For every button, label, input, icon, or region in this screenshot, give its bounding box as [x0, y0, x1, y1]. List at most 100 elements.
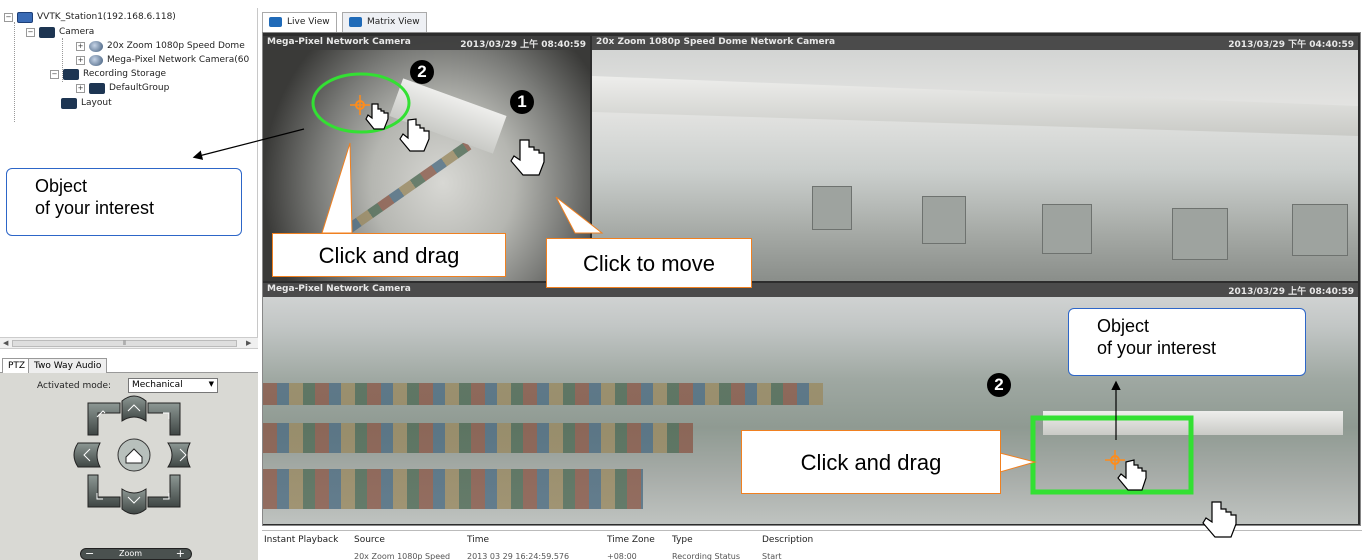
viewport-camera-name: 20x Zoom 1080p Speed Dome Network Camera — [596, 37, 836, 47]
callout-click-and-drag: Click and drag — [272, 233, 506, 277]
ptz-right-button[interactable] — [167, 442, 191, 468]
step-badge-2: 2 — [987, 373, 1011, 397]
tree-item-recording-storage[interactable]: − Recording Storage — [50, 67, 166, 81]
tree-horizontal-scrollbar[interactable]: ◀ ⦀ ▶ — [0, 337, 258, 349]
viewport-title-bar: Mega-Pixel Network Camera 2013/03/29 上午 … — [263, 283, 1358, 297]
column-header-description[interactable]: Description — [762, 535, 813, 548]
event-description[interactable]: Start — [762, 552, 782, 560]
viewport-timestamp: 2013/03/29 上午 08:40:59 — [460, 40, 586, 50]
tree-item-default-group-label: DefaultGroup — [109, 83, 170, 93]
tab-matrix-view-label: Matrix View — [367, 17, 420, 27]
ptz-up-left-button[interactable] — [87, 402, 121, 436]
scroll-right-icon[interactable]: ▶ — [246, 339, 251, 347]
viewport-camera-name: Mega-Pixel Network Camera — [267, 37, 411, 47]
ptz-panel: Activated mode: Mechanical ▼ − Zoom + — [0, 373, 258, 560]
event-type[interactable]: Recording Status — [672, 552, 740, 560]
event-source[interactable]: 20x Zoom 1080p Speed — [354, 552, 450, 560]
column-header-source[interactable]: Source — [354, 535, 385, 548]
callout-line: Object — [35, 176, 88, 196]
event-time-zone[interactable]: +08:00 — [607, 552, 637, 560]
ptz-up-right-button[interactable] — [147, 402, 181, 436]
expand-icon[interactable]: + — [76, 83, 85, 93]
monitor-icon — [349, 17, 362, 27]
ptz-down-button[interactable] — [121, 488, 147, 515]
folder-icon — [63, 68, 79, 80]
scene-containers — [263, 383, 823, 405]
step-badge-1: 1 — [510, 90, 534, 114]
folder-icon — [89, 82, 105, 94]
callout-click-to-move: Click to move — [546, 238, 752, 288]
viewport-title-bar: 20x Zoom 1080p Speed Dome Network Camera… — [592, 36, 1358, 50]
scene-booth — [922, 196, 966, 244]
tree-item-recording-storage-label: Recording Storage — [83, 69, 167, 79]
step-badge-2: 2 — [410, 60, 434, 84]
tab-ptz[interactable]: PTZ — [2, 358, 32, 373]
expand-icon[interactable]: + — [76, 41, 85, 51]
ptz-up-button[interactable] — [121, 395, 147, 422]
tree-item-station[interactable]: − VVTK_Station1(192.168.6.118) — [4, 10, 176, 24]
app-window: − VVTK_Station1(192.168.6.118) − Camera … — [0, 0, 1367, 560]
computer-icon — [17, 11, 33, 23]
scrollbar-thumb[interactable]: ⦀ — [12, 340, 237, 347]
ptz-down-right-button[interactable] — [147, 474, 181, 508]
ptz-direction-pad[interactable] — [0, 373, 258, 560]
event-list: Instant Playback Source Time Time Zone T… — [262, 530, 1362, 560]
ptz-home-button[interactable] — [117, 438, 151, 472]
callout-line: of your interest — [35, 198, 155, 218]
column-header-instant-playback[interactable]: Instant Playback — [264, 535, 338, 548]
scroll-left-icon[interactable]: ◀ — [3, 339, 8, 347]
tree-item-camera-1[interactable]: + 20x Zoom 1080p Speed Dome — [76, 39, 245, 53]
tree-item-camera-2[interactable]: + Mega-Pixel Network Camera(60 — [76, 53, 249, 67]
zoom-control[interactable]: − Zoom + — [80, 547, 192, 560]
collapse-icon[interactable]: − — [26, 27, 35, 37]
folder-icon — [61, 97, 77, 109]
viewport-title-bar: Mega-Pixel Network Camera 2013/03/29 上午 … — [263, 36, 590, 50]
callout-click-and-drag: Click and drag — [741, 430, 1001, 494]
collapse-icon[interactable]: − — [4, 12, 13, 22]
tab-matrix-view[interactable]: Matrix View — [342, 12, 427, 32]
column-header-type[interactable]: Type — [672, 535, 693, 548]
scene-canopy — [592, 76, 1358, 136]
scene-canopy — [1043, 411, 1343, 435]
event-time[interactable]: 2013 03 29 16:24:59.576 — [467, 552, 569, 560]
tree-item-camera[interactable]: − Camera — [26, 25, 94, 39]
zoom-in-icon[interactable]: + — [176, 547, 185, 560]
callout-line: of your interest — [1097, 338, 1217, 358]
scene-canopy — [389, 78, 507, 154]
viewport-camera-name: Mega-Pixel Network Camera — [267, 284, 411, 294]
tab-two-way-audio[interactable]: Two Way Audio — [28, 358, 108, 373]
scene-booth — [1292, 204, 1348, 256]
callout-object-of-interest: Object of your interest — [6, 168, 242, 236]
tab-live-view-label: Live View — [287, 17, 330, 27]
view-tab-bar: Live View Matrix View — [262, 10, 1362, 32]
collapse-icon[interactable]: − — [50, 69, 59, 79]
tree-item-camera-label: Camera — [59, 27, 95, 37]
zoom-out-icon[interactable]: − — [85, 547, 94, 560]
column-header-time-zone[interactable]: Time Zone — [607, 535, 655, 548]
tree-item-layout-label: Layout — [81, 98, 112, 108]
column-header-time[interactable]: Time — [467, 535, 489, 548]
ptz-tab-bar: PTZ Two Way Audio — [0, 356, 258, 373]
scene-booth — [1172, 208, 1228, 260]
viewport-timestamp: 2013/03/29 上午 08:40:59 — [1228, 287, 1354, 297]
scene-containers — [263, 469, 643, 509]
ptz-down-left-button[interactable] — [87, 474, 121, 508]
tree-item-station-label: VVTK_Station1(192.168.6.118) — [37, 12, 176, 22]
folder-icon — [39, 26, 55, 38]
expand-icon[interactable]: + — [76, 55, 85, 65]
ptz-left-button[interactable] — [73, 442, 101, 468]
tree-item-camera-2-label: Mega-Pixel Network Camera(60 — [107, 55, 250, 65]
scene-booth — [812, 186, 852, 230]
tree-item-default-group[interactable]: + DefaultGroup — [76, 81, 169, 95]
callout-object-of-interest: Object of your interest — [1068, 308, 1306, 376]
scene-containers — [334, 141, 472, 241]
tab-live-view[interactable]: Live View — [262, 12, 337, 32]
viewport-timestamp: 2013/03/29 下午 04:40:59 — [1228, 40, 1354, 50]
camera-icon — [269, 17, 282, 27]
speed-dome-camera-icon — [89, 40, 103, 52]
callout-line: Object — [1097, 316, 1150, 336]
scene-containers — [263, 423, 693, 453]
tree-item-layout[interactable]: Layout — [48, 96, 112, 110]
tree-item-camera-1-label: 20x Zoom 1080p Speed Dome — [107, 41, 245, 51]
network-camera-icon — [89, 54, 103, 66]
